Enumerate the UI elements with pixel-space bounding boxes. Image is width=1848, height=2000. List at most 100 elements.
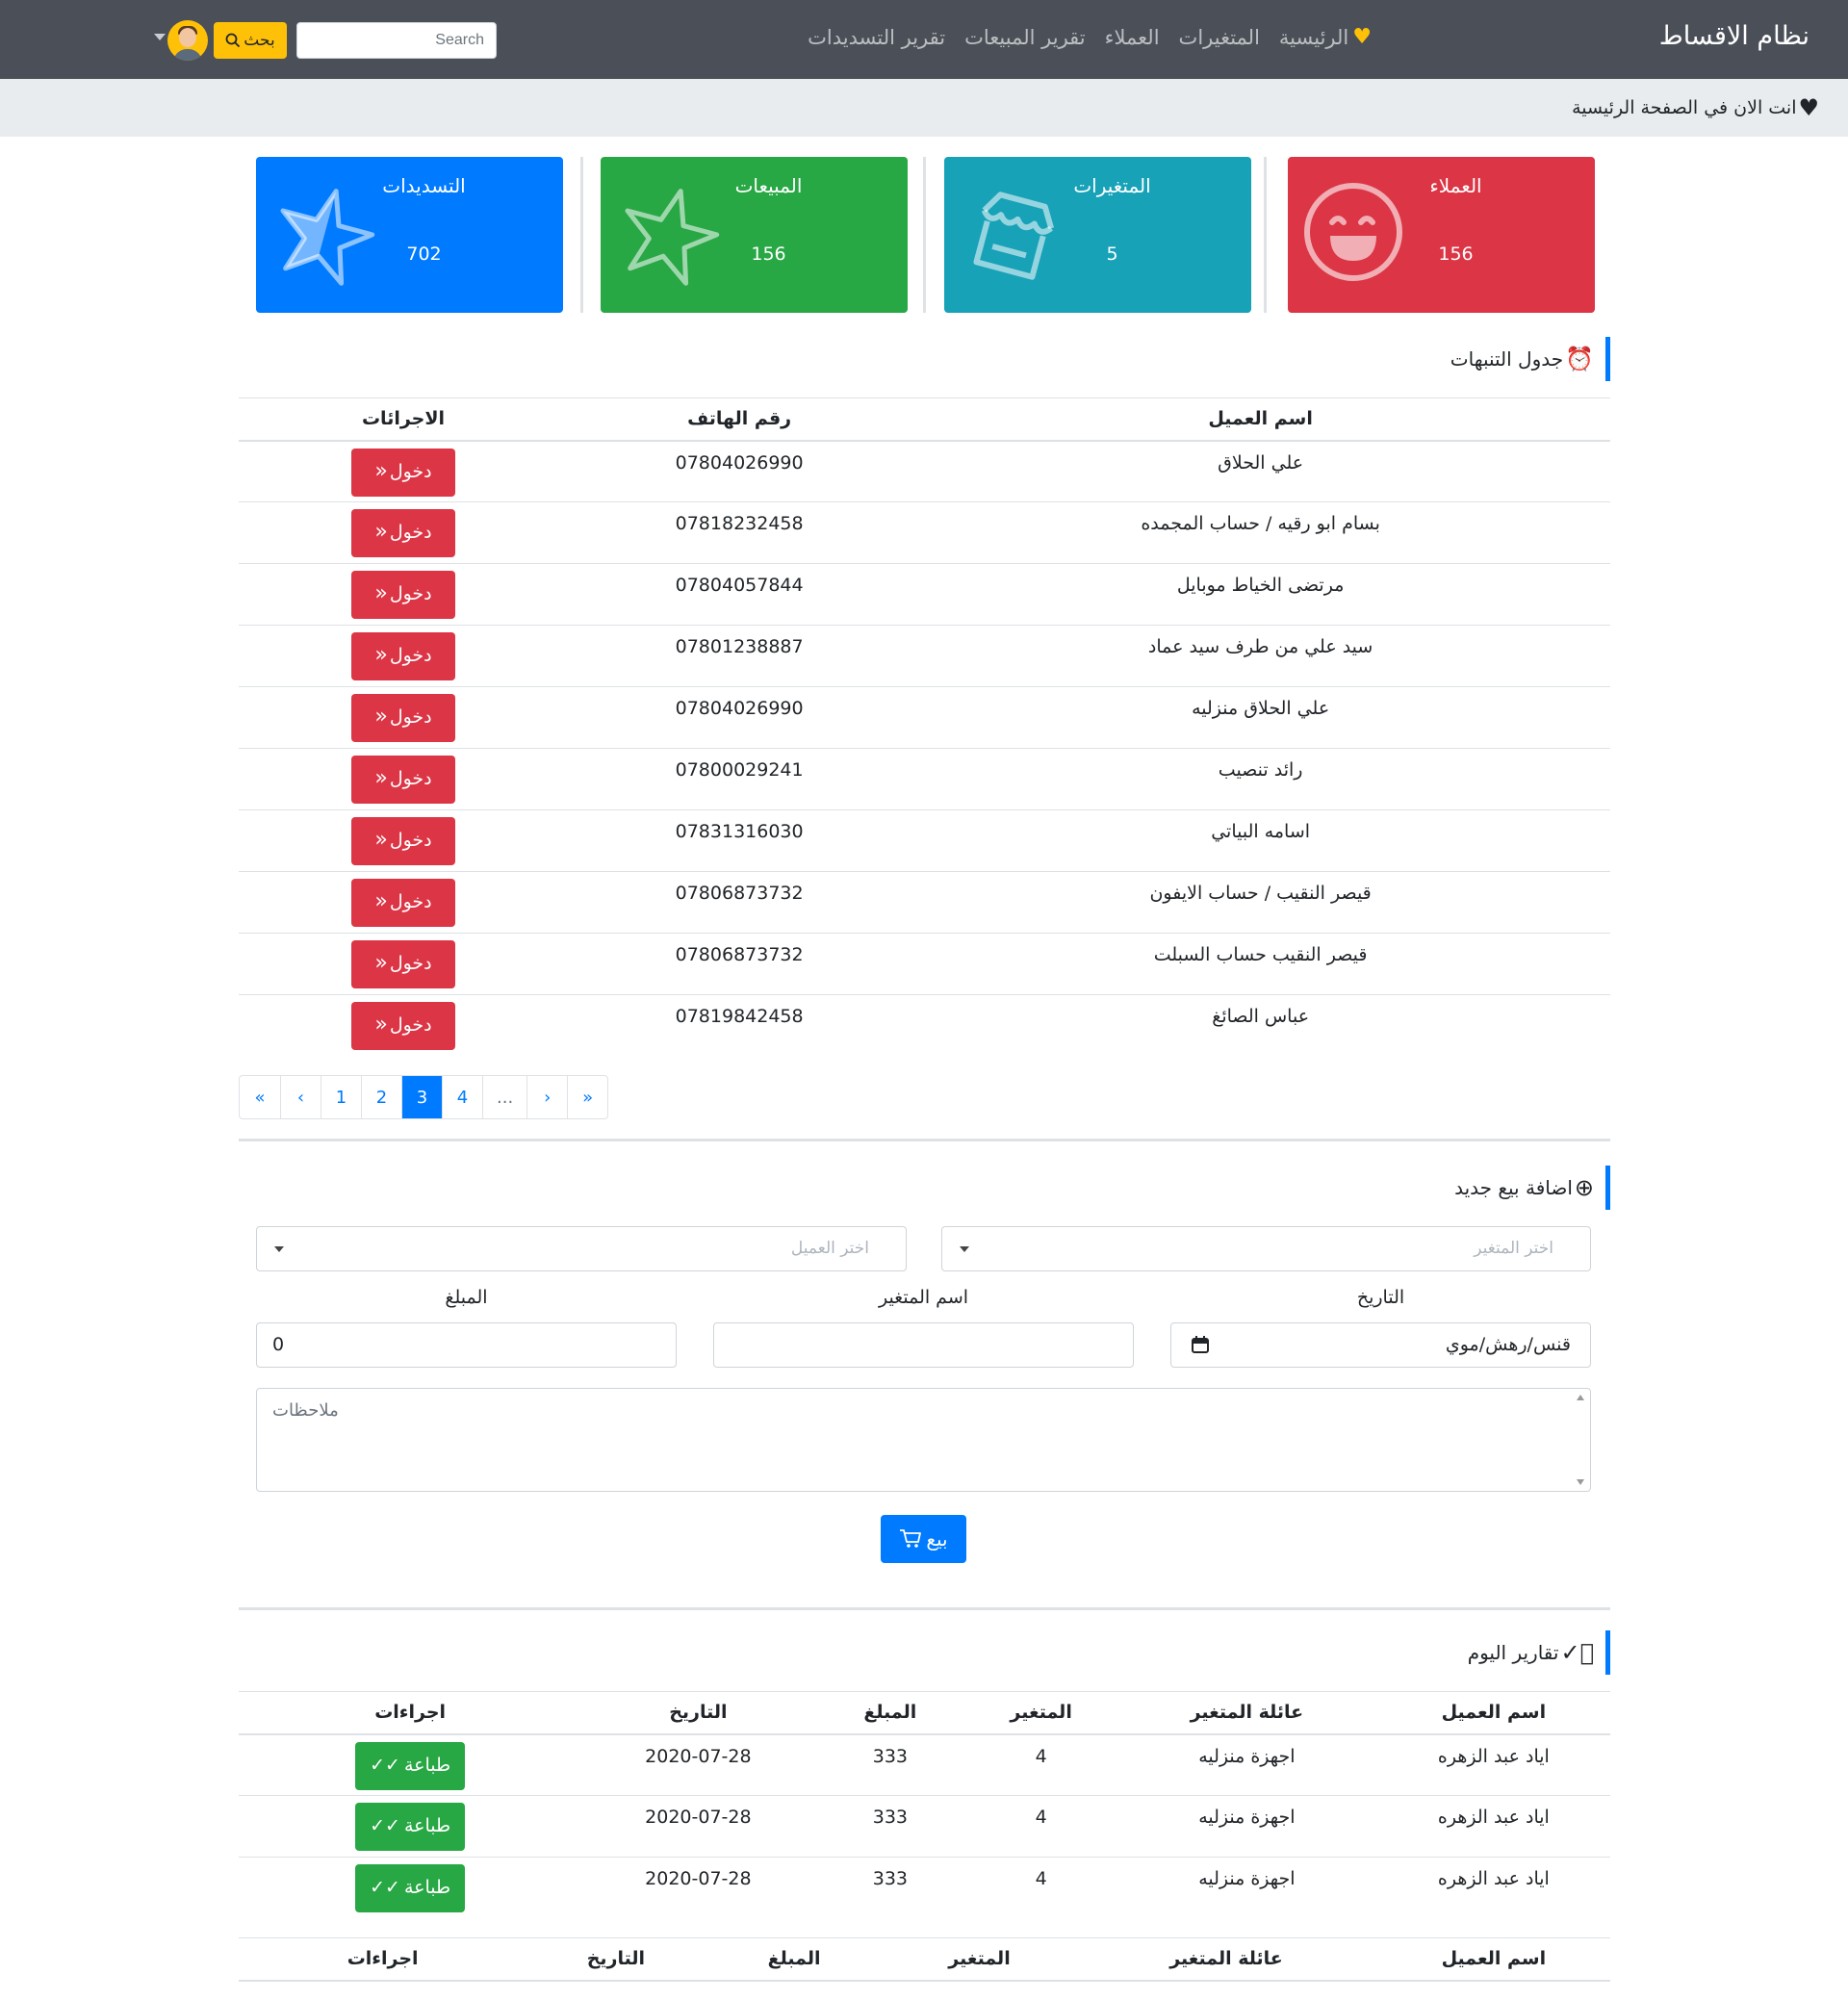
- second-table: اسم العميل عائلة المتغير المتغير المبلغ …: [239, 1937, 1610, 1982]
- table-row: رائد تنصيب 07800029241 دخول«: [239, 748, 1610, 810]
- enter-button[interactable]: دخول«: [351, 694, 455, 742]
- column-header: عائلة المتغير: [1075, 1937, 1377, 1982]
- nav-links: ♥ الرئيسية المتغيرات العملاء تقرير المبي…: [788, 25, 1372, 49]
- print-button[interactable]: طباعة✓✓: [355, 1864, 466, 1912]
- customer-name: قيصر النقيب حساب السبلت: [911, 933, 1610, 995]
- customer-name: سيد علي من طرف سيد عماد: [911, 625, 1610, 687]
- chevron-down-icon: [154, 34, 166, 40]
- user-menu[interactable]: [154, 20, 214, 61]
- page-item[interactable]: »: [567, 1076, 607, 1118]
- card-variables[interactable]: المتغيرات 5: [944, 157, 1251, 313]
- date: 2020-07-28: [581, 1857, 815, 1919]
- customer-select[interactable]: اختر العميل: [256, 1226, 907, 1271]
- page-item[interactable]: 1: [321, 1076, 361, 1118]
- phone-number: 07806873732: [568, 871, 911, 934]
- customer-name: اسامه البياتي: [911, 809, 1610, 872]
- avatar: [167, 20, 208, 61]
- card-sales[interactable]: المبيعات 156: [601, 157, 908, 313]
- new-sale-heading: ⊕ اضافة بيع جديد: [1454, 1166, 1610, 1210]
- card-payments[interactable]: التسديدات 702: [256, 157, 563, 313]
- table-row: مرتضى الخياط موبايل 07804057844 دخول«: [239, 563, 1610, 626]
- variable-select[interactable]: اختر المتغير: [941, 1226, 1591, 1271]
- table-row: علي الحلاق 07804026990 دخول«: [239, 440, 1610, 502]
- enter-button[interactable]: دخول«: [351, 448, 455, 497]
- calendar-icon[interactable]: [1191, 1335, 1210, 1354]
- scroll-down-arrow[interactable]: [1577, 1479, 1584, 1485]
- print-button[interactable]: طباعة✓✓: [355, 1803, 466, 1851]
- date-field[interactable]: قنس/رهش/موي: [1170, 1322, 1591, 1368]
- column-header: رقم الهاتف: [568, 397, 911, 442]
- table-row: بسام ابو رقيه / حساب المجمده 07818232458 د…: [239, 501, 1610, 564]
- double-chevron-left-icon: «: [374, 1013, 388, 1037]
- search-input[interactable]: Search: [296, 22, 497, 59]
- page-item[interactable]: «: [240, 1076, 280, 1118]
- amount: 333: [814, 1857, 966, 1919]
- enter-button[interactable]: دخول«: [351, 1002, 455, 1050]
- column-header: اسم العميل: [911, 397, 1610, 442]
- nav-link-home[interactable]: ♥ الرئيسية: [1279, 25, 1372, 49]
- phone-number: 07804026990: [568, 686, 911, 749]
- phone-number: 07804026990: [568, 440, 911, 502]
- star-half-icon: [280, 189, 375, 286]
- date-label: التاريخ: [1356, 1287, 1405, 1308]
- plus-circle-icon: ⊕: [1574, 1174, 1594, 1201]
- enter-button[interactable]: دخول«: [351, 817, 455, 865]
- enter-button[interactable]: دخول«: [351, 632, 455, 680]
- enter-button[interactable]: دخول«: [351, 571, 455, 619]
- smile-icon: [1304, 183, 1402, 281]
- page-item[interactable]: ...: [482, 1076, 526, 1118]
- table-row: اياد عبد الزهره اجهزة منزليه 4 333 2020-07-2…: [239, 1857, 1610, 1919]
- enter-button[interactable]: دخول«: [351, 879, 455, 927]
- brand[interactable]: نظام الاقساط: [1659, 21, 1810, 51]
- sell-button[interactable]: بيع: [881, 1515, 966, 1563]
- heart-icon: ♥: [1798, 94, 1819, 121]
- customer-name: اياد عبد الزهره: [1376, 1795, 1610, 1858]
- check-circle-icon: ✓⃝: [1560, 1639, 1594, 1666]
- search-area: بحث Search: [154, 20, 497, 61]
- variable-family: اجهزة منزليه: [1116, 1733, 1377, 1796]
- customer-name: مرتضى الخياط موبايل: [911, 563, 1610, 626]
- variable: 4: [965, 1857, 1116, 1919]
- alerts-heading: ⏰ جدول التنبهات: [1450, 337, 1610, 381]
- column-header: التاريخ: [526, 1937, 706, 1982]
- variable-family: اجهزة منزليه: [1116, 1857, 1377, 1919]
- page-item[interactable]: 4: [442, 1076, 482, 1118]
- print-button[interactable]: طباعة✓✓: [355, 1741, 466, 1790]
- enter-button[interactable]: دخول«: [351, 940, 455, 988]
- pagination: «‹ 1 2 3 4... ›»: [239, 1075, 609, 1119]
- stat-cards: العملاء 156 المتغيرات 5 المبيعات 156 الت…: [256, 157, 1595, 313]
- phone-number: 07800029241: [568, 748, 911, 810]
- cart-icon: [900, 1529, 922, 1548]
- phone-number: 07818232458: [568, 501, 911, 564]
- nav-link-payments-report[interactable]: تقرير التسديدات: [808, 26, 945, 49]
- notes-textarea[interactable]: ملاحظات: [256, 1388, 1591, 1492]
- double-check-icon: ✓✓: [370, 1754, 400, 1776]
- scroll-up-arrow[interactable]: [1577, 1395, 1584, 1400]
- page-item[interactable]: ›: [526, 1076, 567, 1118]
- table-row: قيصر النقيب حساب السبلت 07806873732 دخول«: [239, 933, 1610, 995]
- nav-link-customers[interactable]: العملاء: [1105, 26, 1160, 49]
- column-header: التاريخ: [581, 1691, 815, 1735]
- navbar: نظام الاقساط ♥ الرئيسية المتغيرات العملا…: [0, 0, 1848, 79]
- page-item[interactable]: ‹: [280, 1076, 321, 1118]
- column-header: عائلة المتغير: [1116, 1691, 1377, 1735]
- column-header: المبلغ: [814, 1691, 966, 1735]
- nav-link-variables[interactable]: المتغيرات: [1179, 26, 1260, 49]
- search-button[interactable]: بحث: [214, 22, 287, 59]
- amount-label: المبلغ: [445, 1287, 488, 1308]
- table-row: علي الحلاق منزليه 07804026990 دخول«: [239, 686, 1610, 749]
- enter-button[interactable]: دخول«: [351, 509, 455, 557]
- enter-button[interactable]: دخول«: [351, 756, 455, 804]
- phone-number: 07819842458: [568, 994, 911, 1057]
- page-item[interactable]: 2: [361, 1076, 401, 1118]
- today-reports-heading: ✓⃝ تقارير اليوم: [1468, 1630, 1610, 1675]
- amount: 333: [814, 1795, 966, 1858]
- customer-name: عباس الصائغ: [911, 994, 1610, 1057]
- card-customers[interactable]: العملاء 156: [1288, 157, 1595, 313]
- caret-down-icon: [274, 1246, 284, 1252]
- variable-name-field[interactable]: [713, 1322, 1134, 1368]
- customer-name: بسام ابو رقيه / حساب المجمده: [911, 501, 1610, 564]
- nav-link-sales-report[interactable]: تقرير المبيعات: [964, 26, 1086, 49]
- page-item[interactable]: 3: [401, 1076, 442, 1118]
- amount-field[interactable]: 0: [256, 1322, 677, 1368]
